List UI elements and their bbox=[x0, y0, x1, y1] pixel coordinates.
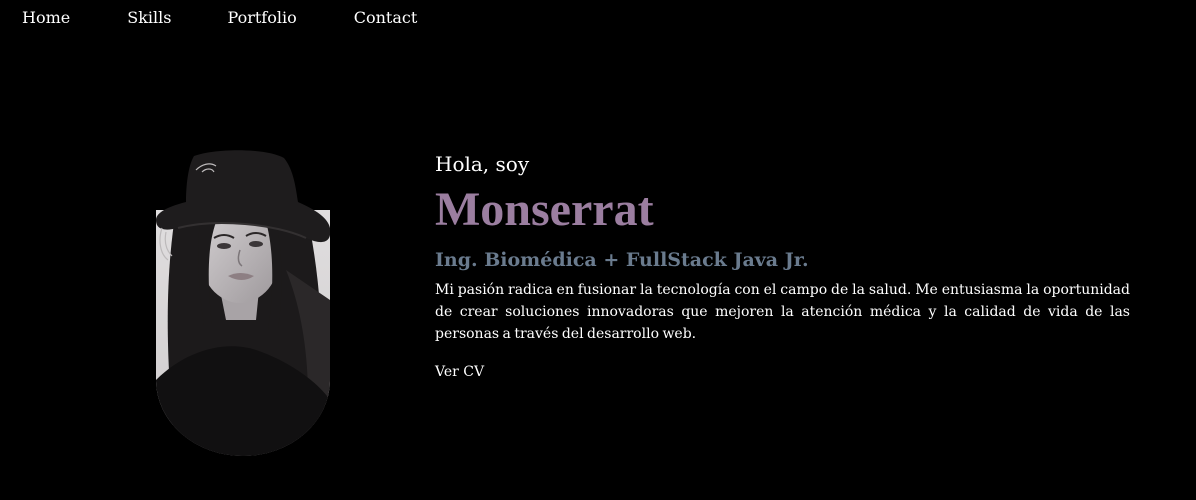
hero-section: Hola, soy Monserrat Ing. Biomédica + Ful… bbox=[435, 152, 1130, 380]
hero-name: Monserrat bbox=[435, 183, 654, 236]
main-nav: Home Skills Portfolio Contact bbox=[22, 8, 417, 27]
nav-link-contact[interactable]: Contact bbox=[354, 8, 418, 27]
nav-link-skills[interactable]: Skills bbox=[127, 8, 171, 27]
profile-photo bbox=[156, 150, 330, 456]
hero-description: Mi pasión radica en fusionar la tecnolog… bbox=[435, 281, 1130, 342]
nav-link-portfolio[interactable]: Portfolio bbox=[227, 8, 296, 27]
nav-link-home[interactable]: Home bbox=[22, 8, 70, 27]
hero-role: Ing. Biomédica + FullStack Java Jr. bbox=[435, 249, 809, 271]
view-cv-link[interactable]: Ver CV bbox=[435, 364, 484, 380]
greeting-text: Hola, soy bbox=[435, 152, 530, 176]
